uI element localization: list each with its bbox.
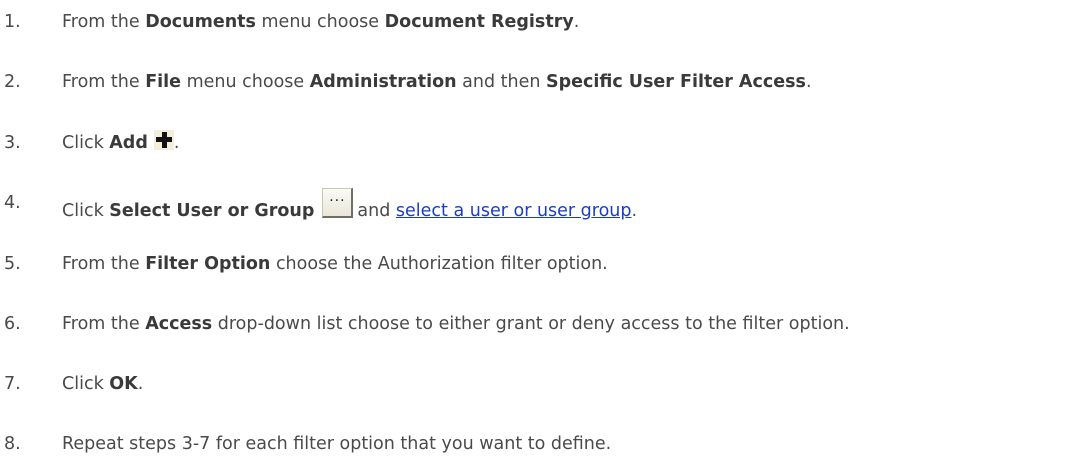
select-user-link[interactable]: select a user or user group	[396, 201, 632, 221]
select-user-or-group-label: Select User or Group	[109, 201, 315, 221]
step-number: 1.	[4, 12, 21, 32]
step-text: Click OK.	[62, 374, 144, 394]
step-number: 8.	[4, 434, 21, 454]
document-registry-label: Document Registry	[384, 12, 574, 32]
step-text: From the File menu choose Administration…	[62, 72, 812, 92]
ok-label: OK	[109, 374, 138, 394]
step-number: 3.	[4, 133, 21, 153]
step-text: From the Filter Option choose the Author…	[62, 254, 608, 274]
step-number: 6.	[4, 314, 21, 334]
step-text: Repeat steps 3-7 for each filter option …	[62, 434, 612, 454]
add-label: Add	[109, 133, 148, 153]
file-menu-label: File	[145, 72, 182, 92]
step-text: Click Select User or Group... and select …	[62, 188, 638, 221]
access-label: Access	[145, 314, 213, 334]
step-number: 7.	[4, 374, 21, 394]
ellipsis-button-icon: ...	[322, 188, 354, 218]
filter-option-label: Filter Option	[145, 254, 271, 274]
step-number: 4.	[4, 193, 21, 213]
step-number: 5.	[4, 254, 21, 274]
step-number: 2.	[4, 72, 21, 92]
step-text: From the Documents menu choose Document …	[62, 12, 580, 32]
documents-menu-label: Documents	[145, 12, 256, 32]
step-text: Click Add.	[62, 128, 179, 158]
plus-icon	[153, 130, 174, 150]
step-text: From the Access drop-down list choose to…	[62, 314, 850, 334]
specific-user-filter-access-label: Specific User Filter Access	[546, 72, 806, 92]
administration-label: Administration	[309, 72, 457, 92]
